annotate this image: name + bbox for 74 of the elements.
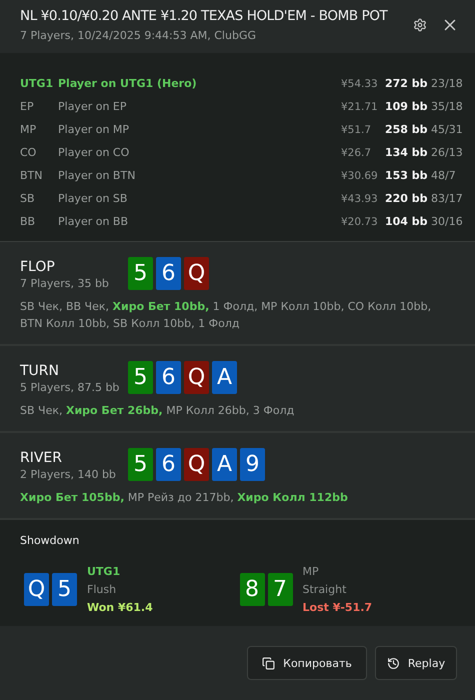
street-actions: Хиро Бет 105bb, MP Рейз до 217bb, Хиро Колл 112bb [20, 490, 349, 506]
player-position: BB [20, 215, 36, 228]
player-position: SB [20, 192, 36, 205]
player-bb: 109 bb [385, 100, 429, 113]
street-info: 2 Players, 140 bb [20, 468, 117, 481]
street-actions: SB Чек, Хиро Бет 26bb, MP Колл 26bb, 3 Фолд [20, 403, 296, 419]
playing-card: 8 [240, 573, 264, 606]
hand-result: Won ¥61.4 [87, 601, 153, 614]
player-stack: ¥30.69 [341, 170, 379, 182]
playing-card: 5 [128, 361, 153, 394]
player-position: CO [20, 146, 38, 159]
street-info: 5 Players, 87.5 bb [20, 381, 120, 394]
showdown-position: MP [302, 565, 320, 578]
player-name: Player on UTG1 (Hero) [58, 77, 198, 90]
player-bb: 153 bb [385, 169, 429, 182]
player-name: Player on MP [58, 123, 130, 136]
replay-button[interactable]: Replay [375, 646, 457, 680]
playing-card: Q [24, 573, 49, 606]
player-stack: ¥26.7 [341, 146, 372, 158]
player-name: Player on SB [58, 192, 128, 205]
player-stats: 45/31 [431, 123, 464, 136]
playing-card: Q [184, 448, 209, 481]
street-actions: SB Чек, BB Чек, Хиро Бет 10bb, 1 Фолд, MP Колл 10bb, CO Колл 10bb, BTN Колл 10bb, SB Колл 10bb, 1 Фолд [20, 299, 432, 332]
playing-card: 9 [240, 448, 265, 481]
showdown-position: UTG1 [87, 565, 122, 578]
player-position: BTN [20, 169, 44, 182]
player-stats: 23/18 [431, 77, 464, 90]
player-bb: 272 bb [385, 77, 429, 90]
hand-result: Lost ¥-51.7 [302, 601, 372, 614]
player-name: Player on BB [58, 215, 130, 228]
replay-icon [386, 656, 400, 670]
player-stats: 48/7 [431, 169, 457, 182]
playing-card: 5 [128, 448, 153, 481]
player-position: EP [20, 100, 35, 113]
player-bb: 134 bb [385, 146, 429, 159]
copy-button[interactable]: Копировать [247, 646, 367, 680]
player-stack: ¥21.71 [341, 100, 379, 112]
player-name: Player on EP [58, 100, 128, 113]
street-info: 7 Players, 35 bb [20, 277, 110, 290]
player-stats: 35/18 [431, 100, 464, 113]
street-name: TURN [20, 363, 60, 379]
player-stack: ¥20.73 [341, 216, 379, 228]
player-stats: 30/16 [431, 215, 464, 228]
playing-card: 6 [156, 361, 181, 394]
playing-card: Q [184, 361, 209, 394]
street-name: RIVER [20, 450, 64, 466]
player-stats: 83/17 [431, 192, 464, 205]
player-stack: ¥54.33 [341, 78, 379, 90]
hand-subtitle: 7 Players, 10/24/2025 9:44:53 AM, ClubGG [20, 29, 257, 42]
settings-icon[interactable] [413, 18, 427, 32]
player-bb: 258 bb [385, 123, 429, 136]
copy-icon [262, 656, 276, 670]
player-position: MP [20, 123, 38, 136]
playing-card: 5 [52, 573, 77, 606]
street-name: FLOP [20, 259, 56, 275]
playing-card: A [212, 361, 237, 394]
playing-card: 6 [156, 257, 181, 290]
hand-name: Flush [87, 583, 118, 596]
player-bb: 104 bb [385, 215, 429, 228]
playing-card: 5 [128, 257, 153, 290]
playing-card: Q [184, 257, 209, 290]
player-bb: 220 bb [385, 192, 429, 205]
player-stats: 26/13 [431, 146, 464, 159]
player-stack: ¥43.93 [341, 192, 379, 204]
hand-name: Straight [302, 583, 348, 596]
player-stack: ¥51.7 [341, 124, 372, 136]
showdown-title: Showdown [20, 534, 80, 547]
player-name: Player on CO [58, 146, 130, 159]
window-title: NL ¥0.10/¥0.20 ANTE ¥1.20 TEXAS HOLD'EM - BOMB POT [20, 8, 389, 24]
playing-card: 6 [156, 448, 181, 481]
playing-card: A [212, 448, 237, 481]
player-position: UTG1 [20, 77, 54, 90]
player-name: Player on BTN [58, 169, 136, 182]
playing-card: 7 [268, 573, 292, 606]
